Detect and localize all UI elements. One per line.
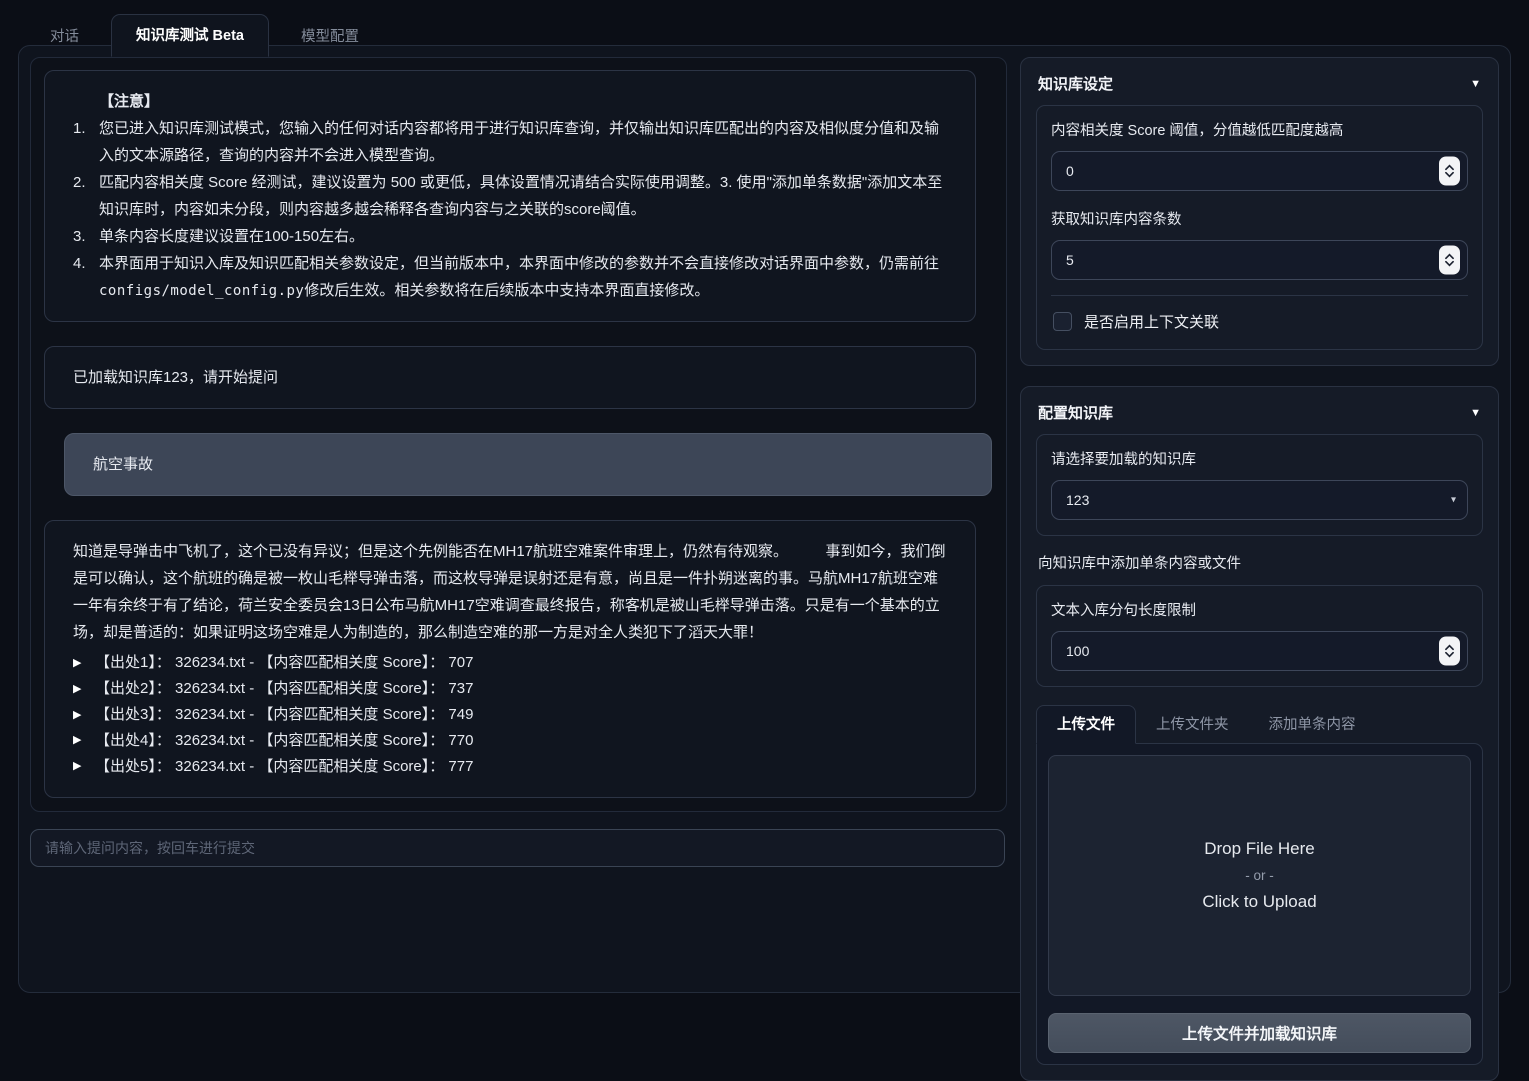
notice-item-1: 1. 您已进入知识库测试模式，您输入的任何对话内容都将用于进行知识库查询，并仅输… [73, 115, 947, 169]
number-spinner[interactable] [1439, 637, 1460, 666]
collapse-icon[interactable]: ▼ [1470, 78, 1481, 90]
kb-settings-header[interactable]: 知识库设定 ▼ [1036, 70, 1483, 105]
upload-and-load-kb-button[interactable]: 上传文件并加载知识库 [1048, 1013, 1471, 1053]
source-text: 【出处2】： 326234.txt - 【内容匹配相关度 Score】： 737 [95, 676, 473, 702]
tab-add-single-content[interactable]: 添加单条内容 [1249, 706, 1376, 743]
expand-icon[interactable]: ▶ [73, 654, 95, 673]
sentence-length-input[interactable] [1051, 631, 1468, 671]
expand-icon[interactable]: ▶ [73, 757, 95, 776]
user-message: 航空事故 [64, 433, 992, 496]
upload-file-tab-content: Drop File Here - or - Click to Upload 上传… [1036, 743, 1483, 1065]
drop-file-here-text: Drop File Here [1204, 839, 1315, 859]
sentence-length-group: 文本入库分句长度限制 [1036, 585, 1483, 687]
kb-select-dropdown[interactable]: 123 [1051, 480, 1468, 520]
notice-item-4: 4. 本界面用于知识入库及知识匹配相关参数设定，但当前版本中，本界面中修改的参数… [73, 250, 947, 304]
drop-or-text: - or - [1245, 868, 1274, 883]
source-row-4[interactable]: ▶ 【出处4】： 326234.txt - 【内容匹配相关度 Score】： 7… [73, 728, 947, 754]
kb-test-panel: 【注意】 1. 您已进入知识库测试模式，您输入的任何对话内容都将用于进行知识库查… [18, 45, 1511, 993]
click-to-upload-text: Click to Upload [1202, 892, 1316, 912]
source-row-3[interactable]: ▶ 【出处3】： 326234.txt - 【内容匹配相关度 Score】： 7… [73, 702, 947, 728]
sentence-length-label: 文本入库分句长度限制 [1051, 599, 1468, 620]
bot-answer-message: 知道是导弹击中飞机了，这个已没有异议；但是这个先例能否在MH17航班空难案件审理… [44, 520, 976, 798]
chevron-down-icon: ▾ [1451, 495, 1456, 506]
kb-select-group: 请选择要加载的知识库 123 ▾ [1036, 434, 1483, 536]
topk-input[interactable] [1051, 240, 1468, 280]
kb-settings-title: 知识库设定 [1038, 73, 1113, 94]
answer-text: 知道是导弹击中飞机了，这个已没有异议；但是这个先例能否在MH17航班空难案件审理… [73, 538, 947, 646]
source-text: 【出处5】： 326234.txt - 【内容匹配相关度 Score】： 777 [95, 754, 473, 780]
source-text: 【出处3】： 326234.txt - 【内容匹配相关度 Score】： 749 [95, 702, 473, 728]
kb-config-title: 配置知识库 [1038, 402, 1113, 423]
chat-column: 【注意】 1. 您已进入知识库测试模式，您输入的任何对话内容都将用于进行知识库查… [30, 57, 1007, 981]
source-row-2[interactable]: ▶ 【出处2】： 326234.txt - 【内容匹配相关度 Score】： 7… [73, 676, 947, 702]
main-tab-bar: 对话 知识库测试 Beta 模型配置 [0, 0, 1529, 56]
expand-icon[interactable]: ▶ [73, 680, 95, 699]
source-row-1[interactable]: ▶ 【出处1】： 326234.txt - 【内容匹配相关度 Score】： 7… [73, 650, 947, 676]
topk-label: 获取知识库内容条数 [1051, 208, 1468, 229]
kb-settings-group: 内容相关度 Score 阈值，分值越低匹配度越高 获取知识库内容条数 [1036, 105, 1483, 350]
config-file-path: configs/model_config.py [99, 283, 304, 299]
settings-column: 知识库设定 ▼ 内容相关度 Score 阈值，分值越低匹配度越高 获取知识库内容… [1020, 57, 1499, 981]
tab-kb-test[interactable]: 知识库测试 Beta [111, 14, 269, 57]
number-spinner[interactable] [1439, 157, 1460, 186]
expand-icon[interactable]: ▶ [73, 731, 95, 750]
notice-message: 【注意】 1. 您已进入知识库测试模式，您输入的任何对话内容都将用于进行知识库查… [44, 70, 976, 322]
notice-item-2: 2. 匹配内容相关度 Score 经测试，建议设置为 500 或更低，具体设置情… [73, 169, 947, 223]
tab-upload-folder[interactable]: 上传文件夹 [1136, 706, 1249, 743]
chatbot-window: 【注意】 1. 您已进入知识库测试模式，您输入的任何对话内容都将用于进行知识库查… [30, 57, 1007, 812]
source-text: 【出处4】： 326234.txt - 【内容匹配相关度 Score】： 770 [95, 728, 473, 754]
kb-select-label: 请选择要加载的知识库 [1051, 448, 1468, 469]
kb-config-header[interactable]: 配置知识库 ▼ [1036, 399, 1483, 434]
tab-model-config[interactable]: 模型配置 [285, 16, 375, 56]
source-list: ▶ 【出处1】： 326234.txt - 【内容匹配相关度 Score】： 7… [73, 650, 947, 780]
bot-message-kb-loaded: 已加载知识库123，请开始提问 [44, 346, 976, 409]
notice-item-3: 3. 单条内容长度建议设置在100-150左右。 [73, 223, 947, 250]
source-text: 【出处1】： 326234.txt - 【内容匹配相关度 Score】： 707 [95, 650, 473, 676]
context-link-checkbox-row[interactable]: 是否启用上下文关联 [1051, 295, 1468, 334]
notice-title: 【注意】 [73, 88, 947, 115]
context-link-checkbox[interactable] [1053, 312, 1072, 331]
upload-tab-bar: 上传文件 上传文件夹 添加单条内容 [1036, 705, 1483, 743]
score-threshold-input[interactable] [1051, 151, 1468, 191]
expand-icon[interactable]: ▶ [73, 706, 95, 725]
tab-upload-file[interactable]: 上传文件 [1036, 705, 1136, 744]
kb-settings-accordion: 知识库设定 ▼ 内容相关度 Score 阈值，分值越低匹配度越高 获取知识库内容… [1020, 57, 1499, 366]
file-drop-area[interactable]: Drop File Here - or - Click to Upload [1048, 755, 1471, 996]
context-link-label: 是否启用上下文关联 [1084, 311, 1219, 332]
collapse-icon[interactable]: ▼ [1470, 407, 1481, 419]
kb-config-accordion: 配置知识库 ▼ 请选择要加载的知识库 123 ▾ 向知识库中添加单条内容或文件 … [1020, 386, 1499, 1081]
add-content-section-label: 向知识库中添加单条内容或文件 [1038, 552, 1481, 573]
number-spinner[interactable] [1439, 246, 1460, 275]
question-input[interactable] [30, 829, 1005, 867]
tab-dialogue[interactable]: 对话 [34, 16, 95, 56]
source-row-5[interactable]: ▶ 【出处5】： 326234.txt - 【内容匹配相关度 Score】： 7… [73, 754, 947, 780]
score-threshold-label: 内容相关度 Score 阈值，分值越低匹配度越高 [1051, 119, 1468, 140]
